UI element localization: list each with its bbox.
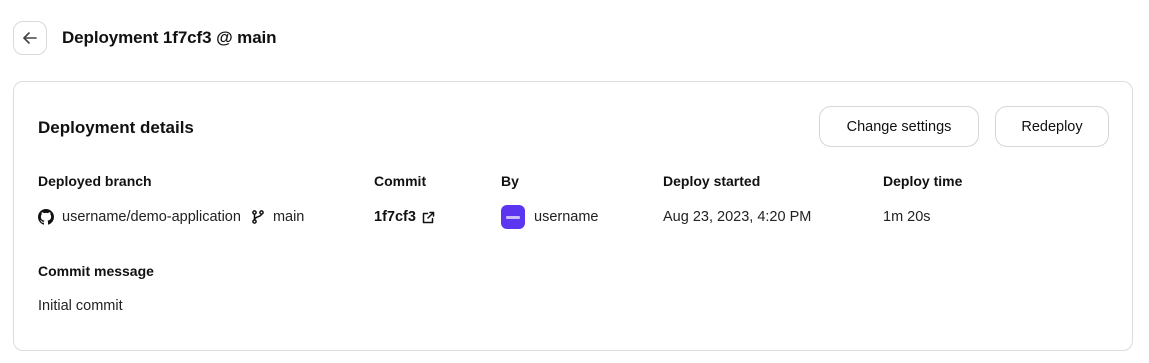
commit-column: Commit 1f7cf3 (374, 173, 435, 225)
deployed-branch-label: Deployed branch (38, 173, 152, 189)
commit-hash[interactable]: 1f7cf3 (374, 209, 416, 225)
redeploy-button[interactable]: Redeploy (995, 106, 1109, 147)
card-title: Deployment details (38, 118, 194, 137)
page-header: Deployment 1f7cf3 @ main (13, 21, 277, 55)
change-settings-button[interactable]: Change settings (819, 106, 979, 147)
back-button[interactable] (13, 21, 47, 55)
deployed-branch-value: username/demo-application main (38, 205, 304, 229)
deploy-time-value: 1m 20s (883, 209, 931, 225)
by-column: By username (501, 173, 598, 229)
arrow-left-icon (21, 29, 39, 47)
avatar-logo-icon (506, 215, 520, 219)
commit-value: 1f7cf3 (374, 205, 435, 229)
deploy-started-column: Deploy started Aug 23, 2023, 4:20 PM (663, 173, 811, 225)
page-title: Deployment 1f7cf3 @ main (62, 28, 277, 47)
branch-name[interactable]: main (273, 209, 304, 225)
git-branch-icon (251, 210, 265, 224)
commit-message-label: Commit message (38, 263, 154, 279)
by-value: username (501, 205, 598, 229)
repo-name[interactable]: username/demo-application (62, 209, 241, 225)
deploy-started-label: Deploy started (663, 173, 761, 189)
deploy-time-column: Deploy time 1m 20s (883, 173, 963, 225)
deployed-branch-column: Deployed branch username/demo-applicatio… (38, 173, 304, 225)
avatar (501, 205, 525, 229)
commit-message-value: Initial commit (38, 298, 123, 314)
commit-link[interactable]: 1f7cf3 (374, 209, 435, 225)
username: username (534, 209, 599, 225)
deploy-started-value: Aug 23, 2023, 4:20 PM (663, 209, 812, 225)
by-label: By (501, 173, 519, 189)
github-icon (38, 209, 54, 225)
external-link-icon[interactable] (422, 211, 435, 224)
commit-label: Commit (374, 173, 427, 189)
deploy-time-label: Deploy time (883, 173, 963, 189)
deployment-details-card: Deployment details Change settings Redep… (13, 81, 1133, 351)
